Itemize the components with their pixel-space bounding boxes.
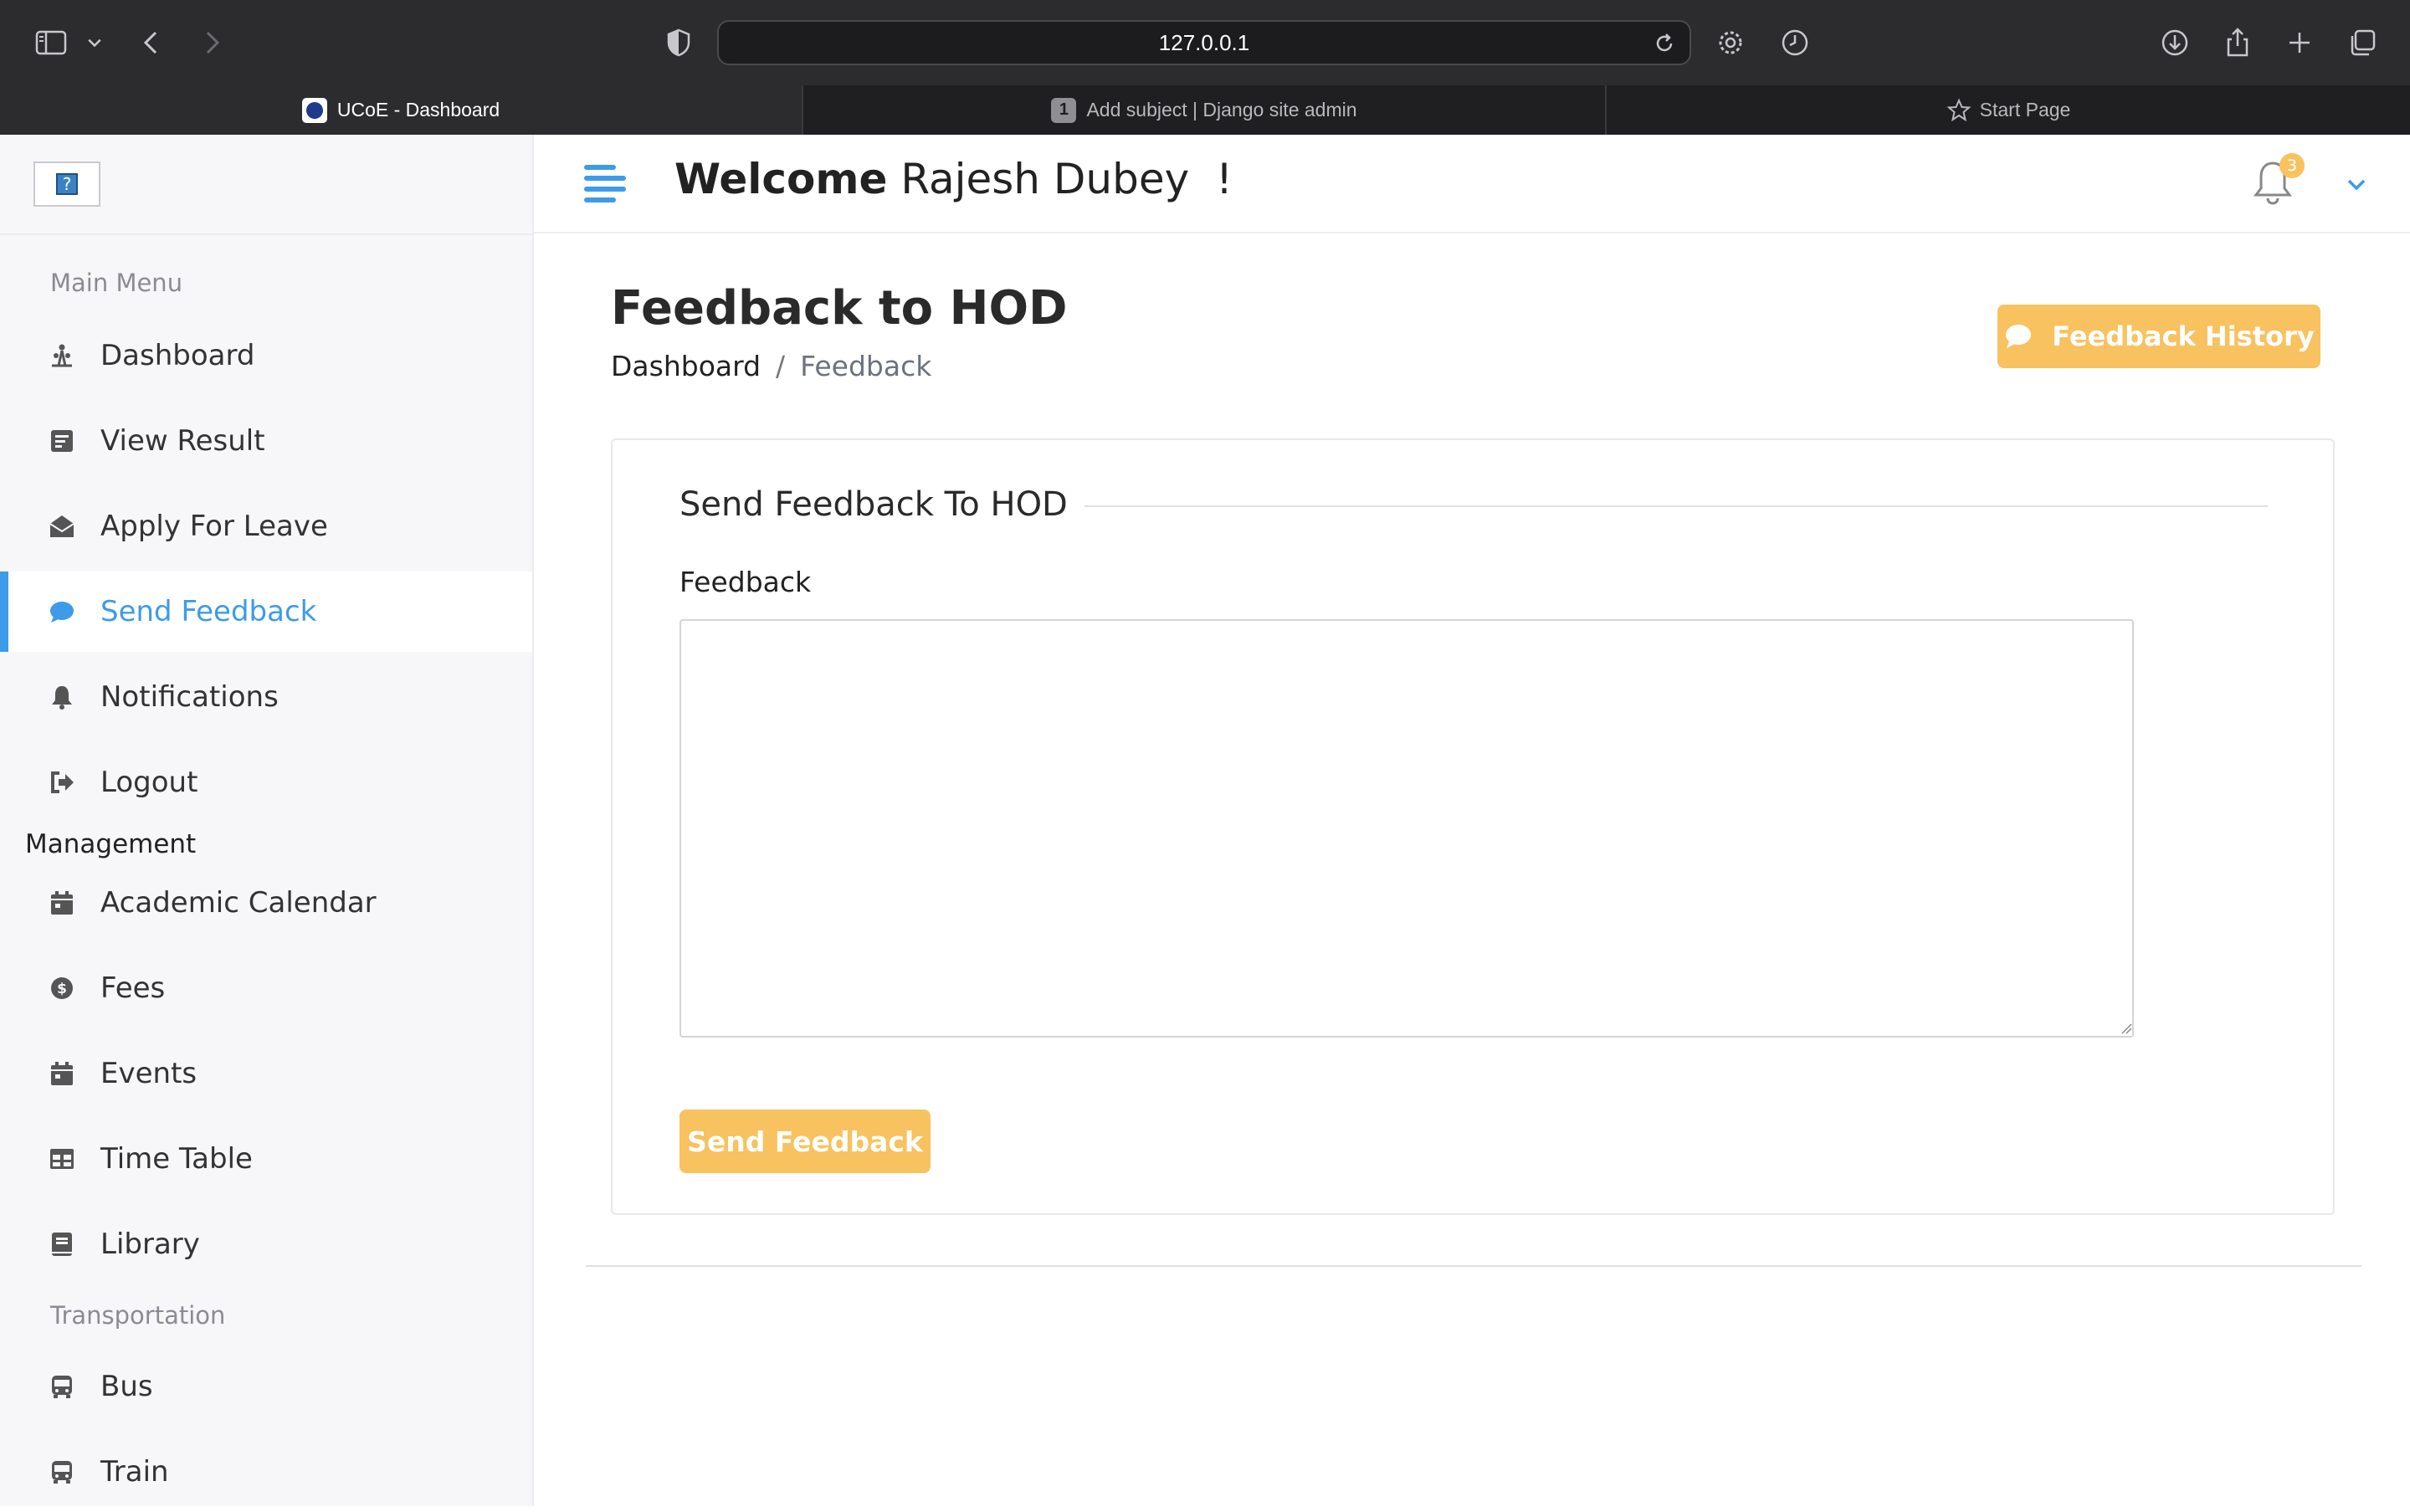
tab-strip: UCoE - Dashboard 1 Add subject | Django …: [0, 85, 2410, 135]
sidebar-item-view-result[interactable]: View Result: [0, 401, 532, 481]
svg-text:$: $: [57, 981, 67, 997]
tab-overview-icon[interactable]: [2341, 22, 2383, 64]
ucoe-favicon-icon: [301, 97, 327, 123]
sidebar-item-fees[interactable]: $ Fees: [0, 948, 532, 1028]
table-icon: [49, 1146, 75, 1172]
bus-icon: [49, 1373, 75, 1400]
gear-icon[interactable]: [1710, 22, 1751, 64]
breadcrumb-dashboard-link[interactable]: Dashboard: [611, 350, 761, 382]
chevron-down-icon[interactable]: [80, 22, 109, 64]
top-header: Welcome Rajesh Dubey ! 3: [534, 135, 2410, 233]
sidebar: ? Main Menu Dashboard View Result Apply …: [0, 135, 534, 1506]
menu-section-title: Management: [25, 829, 197, 859]
browser-chrome: 127.0.0.1 UCoE - Dashboard 1 Add subject: [0, 0, 2410, 135]
sidebar-item-label: View Result: [100, 424, 265, 458]
sidebar-item-label: Fees: [100, 971, 166, 1005]
sidebar-item-label: Apply For Leave: [100, 510, 328, 543]
sidebar-item-label: Notifications: [100, 680, 279, 714]
resize-handle-icon[interactable]: [2119, 1021, 2132, 1034]
back-icon[interactable]: [131, 22, 172, 64]
tab-label: Start Page: [1979, 99, 2071, 120]
logout-icon: [49, 769, 75, 796]
history-clock-icon[interactable]: [1774, 22, 1816, 64]
browser-toolbar: 127.0.0.1: [0, 0, 2410, 85]
money-icon: $: [49, 975, 75, 1002]
sidebar-item-label: Bus: [100, 1370, 153, 1403]
footer-divider: [586, 1265, 2361, 1267]
feedback-field-label: Feedback: [679, 566, 812, 598]
sidebar-item-label: Time Table: [100, 1142, 253, 1176]
send-feedback-button[interactable]: Send Feedback: [679, 1110, 931, 1173]
sidebar-item-academic-calendar[interactable]: Academic Calendar: [0, 863, 532, 943]
feedback-textarea[interactable]: [679, 619, 2134, 1038]
comment-icon: [2006, 325, 2032, 348]
feedback-history-label: Feedback History: [2052, 320, 2315, 352]
notification-count-badge: 3: [2279, 153, 2305, 178]
sidebar-item-label: Dashboard: [100, 339, 255, 372]
sidebar-item-bus[interactable]: Bus: [0, 1346, 532, 1427]
result-icon: [49, 428, 75, 454]
sidebar-item-dashboard[interactable]: Dashboard: [0, 315, 532, 396]
sidebar-item-label: Library: [100, 1228, 200, 1261]
user-menu-chevron-down-icon[interactable]: [2341, 170, 2372, 200]
page-title: Feedback to HOD: [611, 281, 1068, 336]
sidebar-item-label: Send Feedback: [100, 595, 317, 628]
tab-ucoe-dashboard[interactable]: UCoE - Dashboard: [0, 85, 802, 135]
divider: [0, 233, 532, 235]
logo[interactable]: ?: [33, 161, 100, 207]
train-icon: [49, 1458, 75, 1485]
book-icon: [49, 1231, 75, 1258]
share-icon[interactable]: [2217, 22, 2259, 64]
sidebar-item-events[interactable]: Events: [0, 1033, 532, 1114]
url-text: 127.0.0.1: [1158, 29, 1250, 55]
calendar-icon: [49, 889, 75, 916]
sidebar-item-time-table[interactable]: Time Table: [0, 1119, 532, 1199]
sidebar-item-label: Logout: [100, 766, 198, 799]
sidebar-item-send-feedback[interactable]: Send Feedback: [0, 571, 532, 652]
comment-icon: [49, 598, 75, 625]
menu-section-title: Transportation: [50, 1301, 226, 1330]
sidebar-item-label: Academic Calendar: [100, 886, 377, 920]
new-tab-icon[interactable]: [2279, 22, 2320, 64]
menu-section-title: Main Menu: [50, 269, 183, 297]
tab-django-admin[interactable]: 1 Add subject | Django site admin: [802, 85, 1605, 135]
forward-icon[interactable]: [191, 22, 233, 64]
sidebar-item-apply-leave[interactable]: Apply For Leave: [0, 486, 532, 566]
download-icon[interactable]: [2154, 22, 2196, 64]
breadcrumb-separator: /: [776, 350, 786, 382]
breadcrumb-current: Feedback: [800, 350, 932, 382]
sidebar-item-logout[interactable]: Logout: [0, 742, 532, 823]
sidebar-toggle-icon[interactable]: [30, 22, 72, 64]
tab-label: UCoE - Dashboard: [336, 99, 500, 120]
sidebar-item-label: Train: [100, 1455, 169, 1489]
tab-label: Add subject | Django site admin: [1086, 99, 1357, 120]
sidebar-item-library[interactable]: Library: [0, 1204, 532, 1284]
tab-start-page[interactable]: Start Page: [1605, 85, 2410, 135]
sidebar-item-notifications[interactable]: Notifications: [0, 657, 532, 737]
user-name: Rajesh Dubey !: [887, 155, 1233, 203]
tab-number-badge: 1: [1051, 97, 1077, 123]
feedback-form-card: Send Feedback To HOD Feedback Send Feedb…: [611, 438, 2335, 1215]
dashboard-icon: [49, 342, 75, 369]
broken-image-icon: ?: [56, 173, 78, 195]
welcome-label: Welcome: [674, 155, 888, 203]
bell-icon: [49, 684, 75, 710]
privacy-shield-icon[interactable]: [658, 22, 700, 64]
envelope-open-icon: [49, 513, 75, 540]
hamburger-menu-icon[interactable]: [584, 165, 626, 203]
address-bar[interactable]: 127.0.0.1: [717, 20, 1691, 65]
breadcrumb: Dashboard / Feedback: [611, 350, 931, 382]
sidebar-item-train[interactable]: Train: [0, 1432, 532, 1512]
calendar-icon: [49, 1060, 75, 1087]
card-title: Send Feedback To HOD: [679, 485, 1084, 524]
sidebar-item-label: Events: [100, 1057, 197, 1090]
welcome-message: Welcome Rajesh Dubey !: [674, 155, 1233, 203]
reload-icon[interactable]: [1651, 30, 1678, 57]
feedback-history-button[interactable]: Feedback History: [1997, 305, 2320, 368]
star-icon: [1946, 98, 1972, 121]
